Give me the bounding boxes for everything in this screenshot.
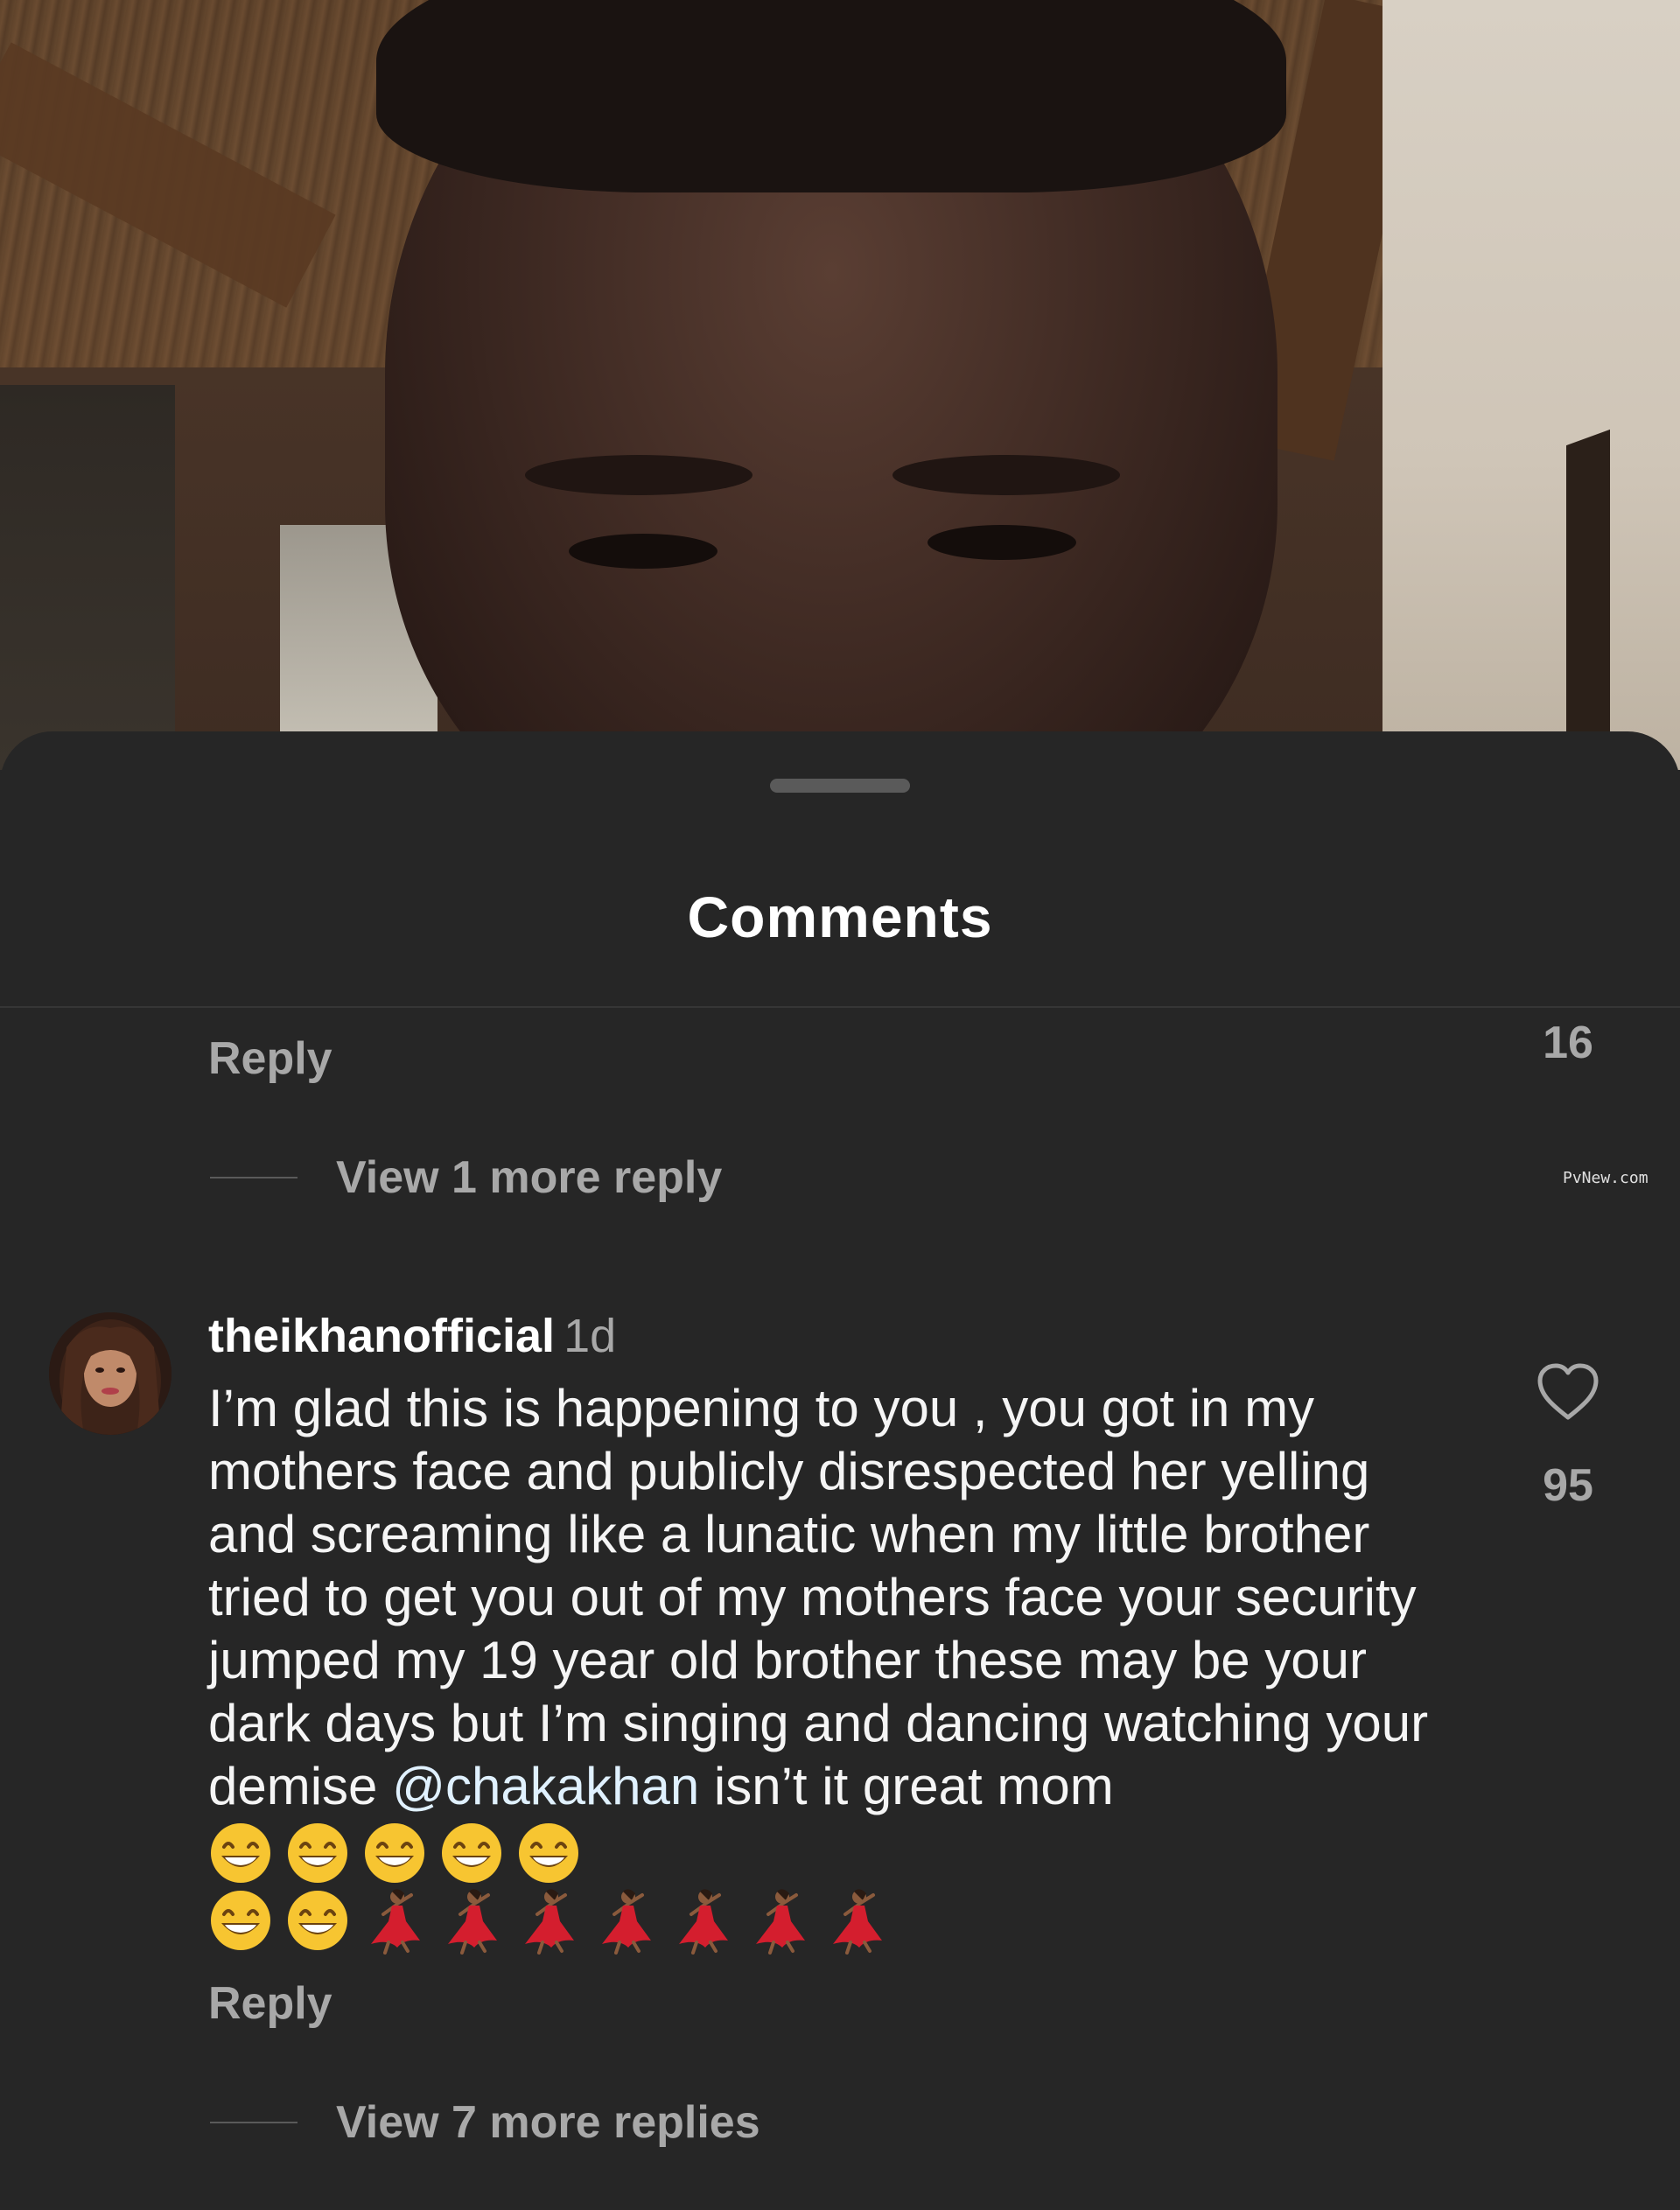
heart-icon[interactable] (1535, 1361, 1601, 1423)
eyebrow (892, 455, 1120, 495)
video-background[interactable] (0, 0, 1680, 770)
grinning-emoji-group (208, 1821, 581, 1885)
woman-dancing-emoji (525, 1889, 574, 1955)
eye (928, 525, 1076, 560)
emoji-group (208, 1886, 889, 1955)
avatar[interactable] (49, 1312, 172, 1435)
woman-dancing-emoji (448, 1889, 497, 1955)
view-more-replies-button[interactable]: View 1 more reply (210, 1151, 722, 1204)
door-frame (1566, 429, 1610, 770)
comment-text-part: isn’t it great mom (699, 1757, 1114, 1815)
comments-sheet: Comments Reply 16 View 1 more reply PvNe… (0, 731, 1680, 2210)
woman-dancing-emoji (756, 1889, 805, 1955)
like-count: 95 (1543, 1460, 1593, 1511)
sheet-drag-handle[interactable] (770, 779, 910, 793)
woman-dancing-emoji (371, 1889, 420, 1955)
grinning-face-emoji (288, 1891, 347, 1951)
grinning-face-emoji (365, 1823, 424, 1884)
grinning-face-emoji (519, 1823, 578, 1884)
like-count: 16 (1543, 1018, 1593, 1068)
mention-link[interactable]: @chakakhan (392, 1757, 699, 1815)
comment-text: I’m glad this is happening to you , you … (208, 1377, 1468, 1955)
reply-button[interactable]: Reply (208, 1032, 332, 1085)
wall (1382, 0, 1680, 770)
view-replies-label: View 1 more reply (336, 1152, 723, 1203)
eyebrow (525, 455, 752, 495)
view-more-replies-button[interactable]: View 7 more replies (210, 2096, 760, 2149)
comment-text-part: I’m glad this is happening to you , you … (208, 1379, 1429, 1815)
wall (0, 385, 175, 770)
instagram-comments-screen: Comments Reply 16 View 1 more reply PvNe… (0, 0, 1680, 2210)
woman-dancing-emoji (602, 1889, 651, 1955)
divider (0, 1006, 1680, 1008)
eye (569, 534, 718, 569)
timestamp: 1d (564, 1310, 617, 1362)
grinning-face-emoji (442, 1823, 501, 1884)
grinning-face-emoji (211, 1891, 270, 1951)
person-hair (376, 0, 1286, 192)
woman-dancing-emoji (679, 1889, 728, 1955)
username[interactable]: theikhanofficial (208, 1310, 555, 1362)
grinning-face-emoji (211, 1823, 270, 1884)
sheet-title: Comments (687, 885, 993, 949)
comment-header: theikhanofficial 1d (208, 1309, 616, 1363)
divider-line (210, 1177, 298, 1178)
watermark: PvNew.com (1563, 1169, 1648, 1187)
reply-button[interactable]: Reply (208, 1977, 332, 2030)
woman-dancing-emoji (833, 1889, 882, 1955)
divider-line (210, 2122, 298, 2123)
grinning-face-emoji (288, 1823, 347, 1884)
view-replies-label: View 7 more replies (336, 2097, 760, 2148)
